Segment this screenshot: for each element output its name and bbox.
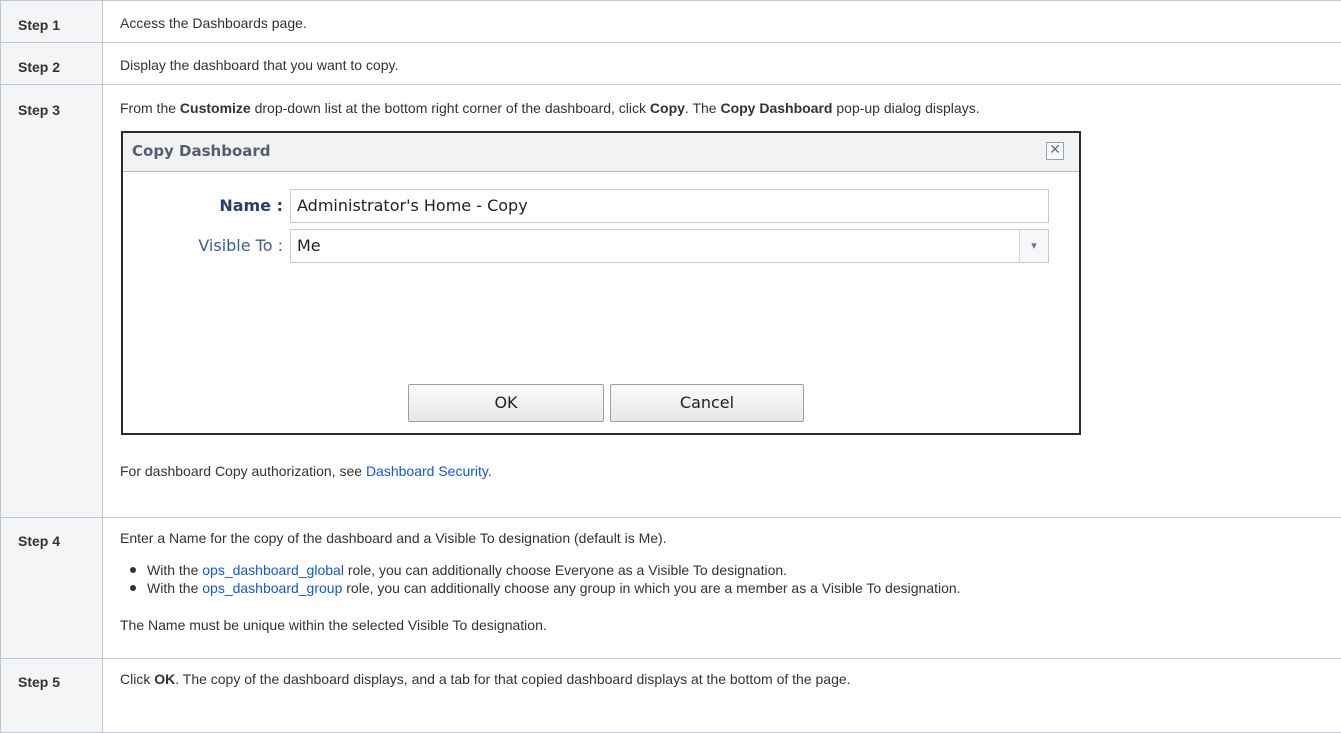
ok-button[interactable]: OK xyxy=(408,384,604,422)
name-row: Name : Administrator's Home - Copy xyxy=(123,189,1079,223)
step-row: Step 5 Click OK. The copy of the dashboa… xyxy=(1,659,1341,733)
ok-term: OK xyxy=(154,671,175,687)
name-label: Name : xyxy=(219,196,283,215)
text-run: pop-up dialog displays. xyxy=(832,100,979,116)
list-item: With the ops_dashboard_global role, you … xyxy=(147,561,1341,579)
authorization-note: For dashboard Copy authorization, see Da… xyxy=(120,462,1341,480)
visible-to-select[interactable]: Me ▾ xyxy=(290,229,1049,263)
text-run: With the xyxy=(147,580,202,596)
step-label: Step 3 xyxy=(1,85,103,518)
step-text: From the Customize drop-down list at the… xyxy=(120,85,1341,117)
step-label: Step 2 xyxy=(1,43,103,85)
step-label: Step 1 xyxy=(1,1,103,43)
step-text: Access the Dashboards page. xyxy=(120,1,1341,32)
step-content: From the Customize drop-down list at the… xyxy=(103,85,1341,518)
text-run: . The xyxy=(685,100,721,116)
chevron-down-icon[interactable]: ▾ xyxy=(1019,230,1048,262)
copy-term: Copy xyxy=(650,100,685,116)
copy-dashboard-dialog: Copy Dashboard ✕ Name : Administrator's … xyxy=(121,131,1081,435)
visible-to-row: Visible To : Me ▾ xyxy=(123,229,1079,263)
step-text: Enter a Name for the copy of the dashboa… xyxy=(120,518,1341,547)
step-row: Step 2 Display the dashboard that you wa… xyxy=(1,43,1341,85)
step-row: Step 3 From the Customize drop-down list… xyxy=(1,85,1341,518)
dialog-header: Copy Dashboard ✕ xyxy=(123,133,1079,172)
list-item: With the ops_dashboard_group role, you c… xyxy=(147,579,1341,597)
dialog-title: Copy Dashboard xyxy=(132,142,271,160)
text-run: From the xyxy=(120,100,180,116)
ops-dashboard-group-link[interactable]: ops_dashboard_group xyxy=(202,580,342,596)
text-run: With the xyxy=(147,562,202,578)
step-row: Step 1 Access the Dashboards page. xyxy=(1,1,1341,43)
text-run: . The copy of the dashboard displays, an… xyxy=(175,671,850,687)
visible-to-value: Me xyxy=(297,230,321,262)
uniqueness-note: The Name must be unique within the selec… xyxy=(120,616,1341,634)
steps-table: Step 1 Access the Dashboards page. Step … xyxy=(0,0,1341,733)
step-content: Enter a Name for the copy of the dashboa… xyxy=(103,518,1341,659)
customize-term: Customize xyxy=(180,100,251,116)
text-run: . xyxy=(488,463,492,479)
text-run: role, you can additionally choose any gr… xyxy=(342,580,960,596)
step-text: Display the dashboard that you want to c… xyxy=(120,43,1341,74)
name-input[interactable]: Administrator's Home - Copy xyxy=(290,189,1049,223)
text-run: drop-down list at the bottom right corne… xyxy=(251,100,650,116)
role-list: With the ops_dashboard_global role, you … xyxy=(120,561,1341,597)
step-content: Click OK. The copy of the dashboard disp… xyxy=(103,659,1341,733)
dashboard-security-link[interactable]: Dashboard Security xyxy=(366,463,488,479)
text-run: For dashboard Copy authorization, see xyxy=(120,463,366,479)
step-label: Step 5 xyxy=(1,659,103,733)
text-run: Click xyxy=(120,671,154,687)
text-run: role, you can additionally choose Everyo… xyxy=(344,562,787,578)
step-text: Click OK. The copy of the dashboard disp… xyxy=(120,659,1341,688)
visible-to-label: Visible To : xyxy=(198,236,283,255)
cancel-button[interactable]: Cancel xyxy=(610,384,804,422)
ops-dashboard-global-link[interactable]: ops_dashboard_global xyxy=(202,562,344,578)
step-label: Step 4 xyxy=(1,518,103,659)
step-content: Display the dashboard that you want to c… xyxy=(103,43,1341,85)
step-content: Access the Dashboards page. xyxy=(103,1,1341,43)
copy-dashboard-term: Copy Dashboard xyxy=(720,100,832,116)
step-row: Step 4 Enter a Name for the copy of the … xyxy=(1,518,1341,659)
close-icon[interactable]: ✕ xyxy=(1046,142,1064,160)
